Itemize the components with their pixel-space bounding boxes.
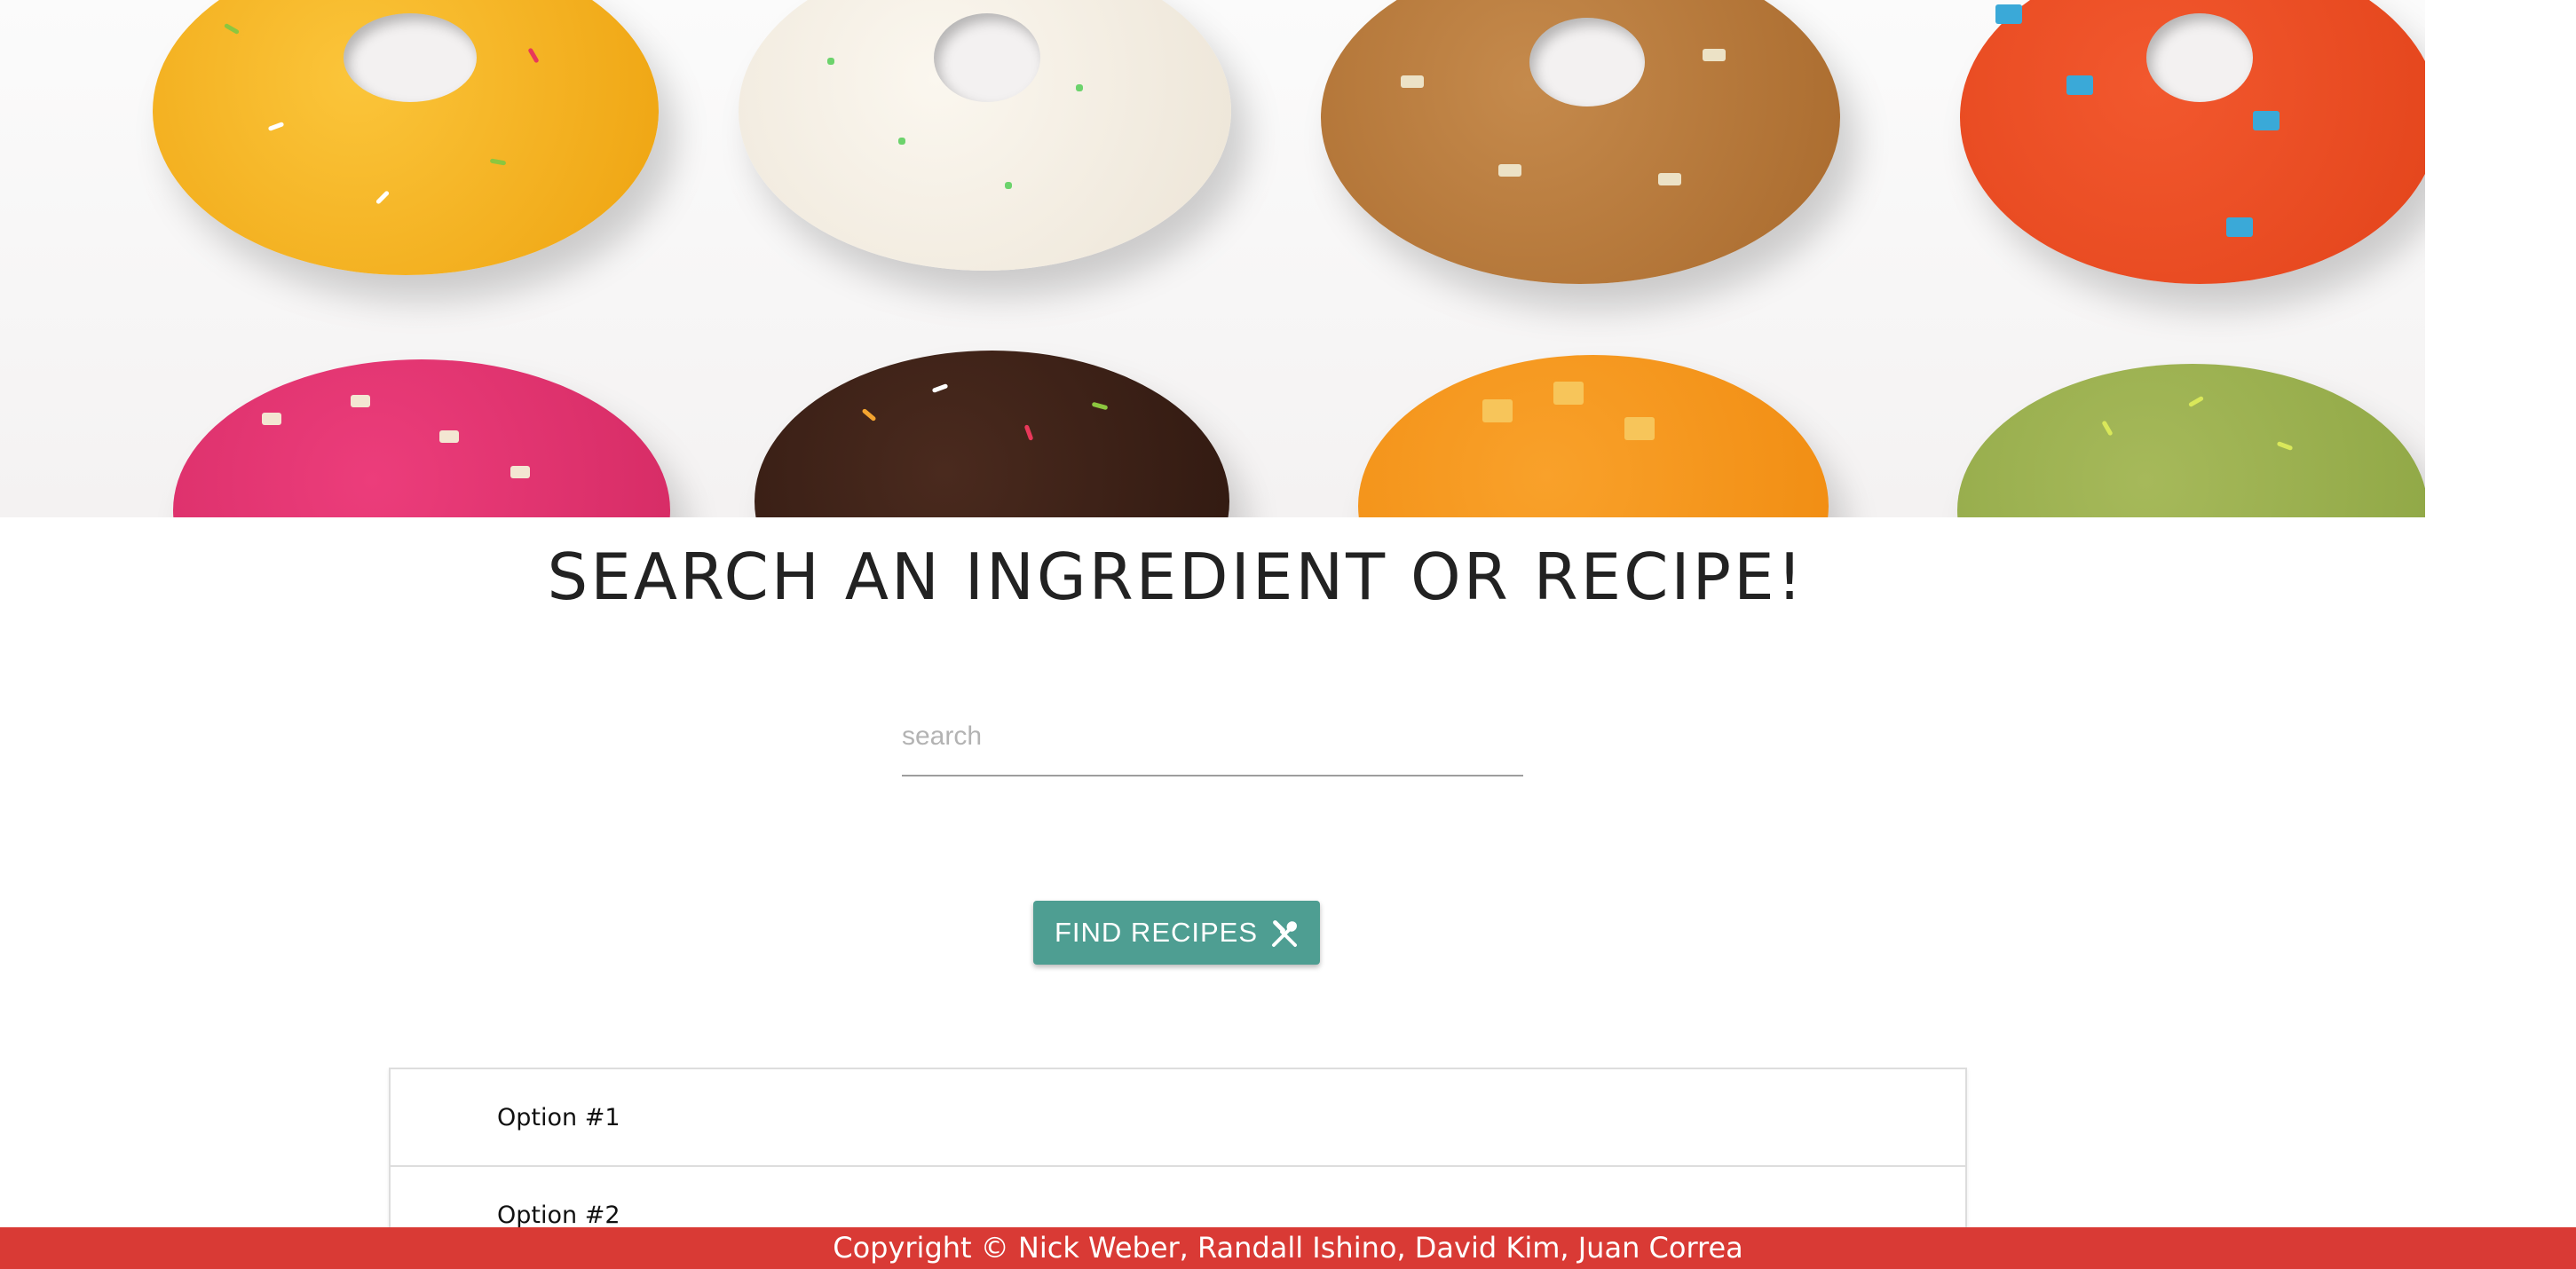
donut-orange-red: [1960, 0, 2439, 284]
find-recipes-button[interactable]: FIND RECIPES: [1033, 901, 1320, 965]
search-input[interactable]: [902, 705, 1523, 768]
copyright-text: Copyright © Nick Weber, Randall Ishino, …: [833, 1231, 1743, 1265]
donut-yellow: [153, 0, 659, 275]
list-item[interactable]: Option #1: [391, 1069, 1965, 1167]
donut-orange: [1358, 355, 1829, 517]
find-recipes-label: FIND RECIPES: [1055, 917, 1259, 948]
donut-caramel: [1321, 0, 1840, 284]
donut-green: [1957, 364, 2428, 517]
footer: Copyright © Nick Weber, Randall Ishino, …: [0, 1227, 2576, 1269]
search-field[interactable]: [902, 705, 1523, 776]
option-label: Option #2: [497, 1201, 620, 1229]
page-title: SEARCH AN INGREDIENT OR RECIPE!: [547, 540, 1806, 614]
donut-pink: [173, 359, 670, 517]
donut-chocolate: [755, 351, 1229, 517]
hero-banner: [0, 0, 2576, 517]
option-label: Option #1: [497, 1103, 620, 1131]
utensils-icon: [1272, 920, 1297, 947]
donut-white: [739, 0, 1231, 271]
options-list: Option #1 Option #2: [389, 1068, 1967, 1249]
